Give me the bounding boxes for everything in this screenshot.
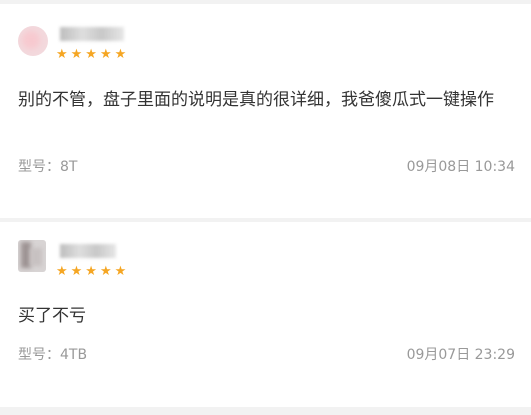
review-date: 09月08日 10:34: [406, 159, 515, 175]
review-meta: 型号：8T 09月08日 10:34: [18, 157, 515, 177]
product-model: 型号：8T: [18, 159, 78, 175]
username-blurred: [60, 27, 124, 41]
review-meta: 型号：4TB 09月07日 23:29: [18, 345, 515, 365]
username-blurred: [60, 244, 116, 258]
review-card[interactable]: ★★★★★ 买了不亏 型号：4TB 09月07日 23:29: [0, 222, 531, 407]
avatar: [18, 240, 46, 272]
review-text: 别的不管，盘子里面的说明是真的很详细，我爸傻瓜式一键操作: [18, 90, 494, 110]
review-date: 09月07日 23:29: [406, 347, 515, 363]
review-text: 买了不亏: [18, 306, 86, 326]
avatar: [18, 26, 48, 56]
star-rating: ★★★★★: [56, 47, 130, 62]
review-list: ★★★★★ 别的不管，盘子里面的说明是真的很详细，我爸傻瓜式一键操作 型号：8T…: [0, 0, 531, 415]
review-card[interactable]: ★★★★★ 别的不管，盘子里面的说明是真的很详细，我爸傻瓜式一键操作 型号：8T…: [0, 4, 531, 218]
product-model: 型号：4TB: [18, 347, 88, 363]
star-rating: ★★★★★: [56, 264, 130, 279]
